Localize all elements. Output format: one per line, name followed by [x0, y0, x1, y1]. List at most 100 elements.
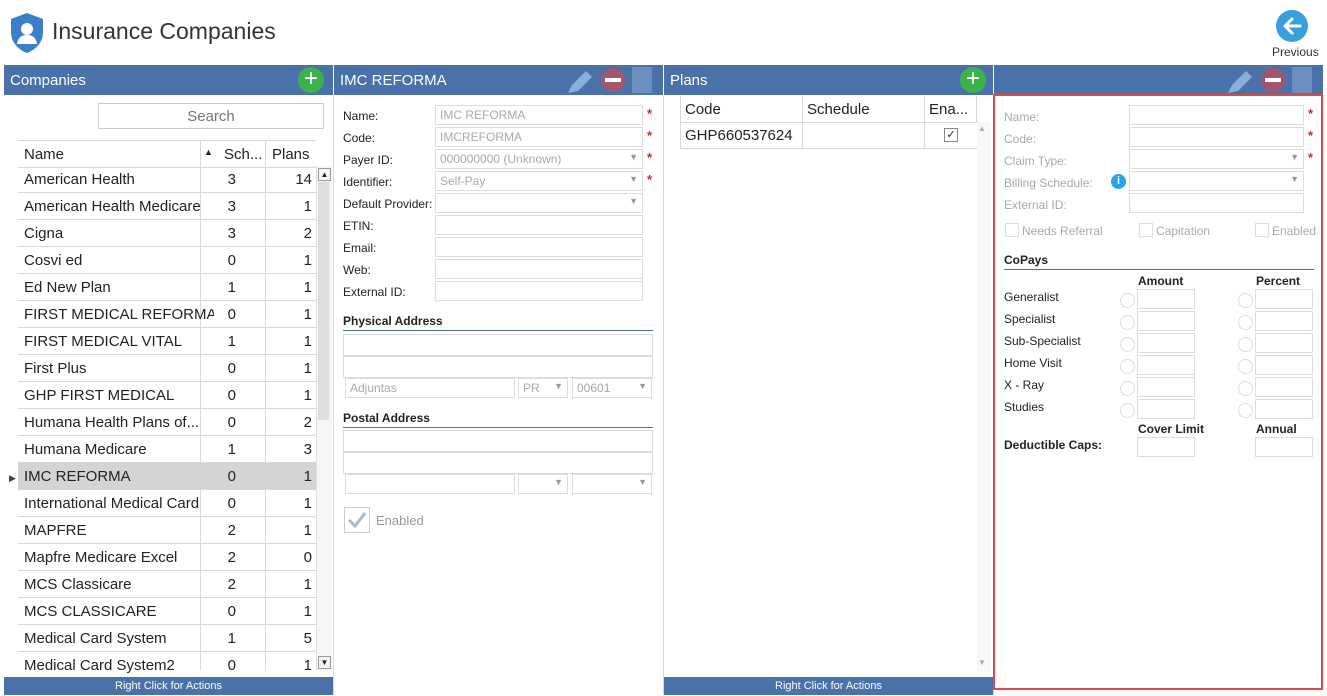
- table-row[interactable]: MCS CLASSICARE 0 1: [18, 598, 316, 625]
- edit-tools-icons: [568, 67, 652, 93]
- etin-field[interactable]: [435, 215, 643, 235]
- amount-field[interactable]: [1137, 333, 1195, 353]
- table-row[interactable]: Ed New Plan 1 1: [18, 274, 316, 301]
- table-row[interactable]: Medical Card System 1 5: [18, 625, 316, 652]
- annual-field[interactable]: [1255, 437, 1313, 457]
- amount-radio[interactable]: [1120, 381, 1135, 396]
- plan-code-field[interactable]: [1129, 127, 1304, 147]
- detail-header: IMC REFORMA: [334, 65, 663, 95]
- scroll-up-icon[interactable]: ▲: [978, 124, 986, 133]
- companies-scrollbar[interactable]: ▲ ▼: [316, 166, 332, 671]
- physical-zip-select[interactable]: 00601 ▼: [572, 378, 652, 398]
- scroll-up-icon[interactable]: ▲: [318, 168, 331, 181]
- table-row[interactable]: Humana Medicare 1 3: [18, 436, 316, 463]
- percent-field[interactable]: [1255, 399, 1313, 419]
- postal-city-field[interactable]: [345, 474, 515, 494]
- percent-field[interactable]: [1255, 333, 1313, 353]
- capitation-checkbox[interactable]: [1139, 223, 1153, 237]
- company-name-cell: Humana Health Plans of...: [24, 414, 200, 431]
- table-row[interactable]: FIRST MEDICAL VITAL 1 1: [18, 328, 316, 355]
- amount-field[interactable]: [1137, 289, 1195, 309]
- etin-label: ETIN:: [343, 219, 374, 233]
- table-row[interactable]: Cosvi ed 0 1: [18, 247, 316, 274]
- table-row[interactable]: Humana Health Plans of... 0 2: [18, 409, 316, 436]
- plan-name-field[interactable]: [1129, 105, 1304, 125]
- plan-enabled-checkbox[interactable]: ✓: [944, 128, 958, 142]
- table-row[interactable]: MAPFRE 2 1: [18, 517, 316, 544]
- table-row[interactable]: American Health 3 14: [18, 166, 316, 193]
- needs-referral-checkbox[interactable]: [1005, 223, 1019, 237]
- table-row[interactable]: GHP660537624 ✓: [680, 122, 977, 149]
- percent-radio[interactable]: [1238, 315, 1253, 330]
- percent-field[interactable]: [1255, 377, 1313, 397]
- company-name-cell: Ed New Plan: [24, 279, 111, 296]
- percent-field[interactable]: [1255, 289, 1313, 309]
- postal-state-select[interactable]: ▼: [518, 474, 568, 494]
- physical-address-line2[interactable]: [343, 356, 653, 378]
- email-field[interactable]: [435, 237, 643, 257]
- percent-radio[interactable]: [1238, 337, 1253, 352]
- percent-radio[interactable]: [1238, 403, 1253, 418]
- amount-field[interactable]: [1137, 377, 1195, 397]
- amount-field[interactable]: [1137, 311, 1195, 331]
- postal-address-line2[interactable]: [343, 452, 653, 474]
- amount-radio[interactable]: [1120, 315, 1135, 330]
- amount-field[interactable]: [1137, 399, 1195, 419]
- enabled-checkbox[interactable]: [344, 507, 370, 533]
- companies-footer[interactable]: Right Click for Actions: [4, 677, 333, 695]
- company-plans-cell: 1: [303, 333, 312, 350]
- table-row[interactable]: American Health Medicare 3 1: [18, 193, 316, 220]
- code-field[interactable]: IMCREFORMA: [435, 127, 643, 147]
- plans-footer[interactable]: Right Click for Actions: [664, 677, 993, 695]
- add-plan-button[interactable]: +: [960, 67, 986, 93]
- amount-radio[interactable]: [1120, 403, 1135, 418]
- company-plans-cell: 1: [303, 306, 312, 323]
- physical-state-select[interactable]: PR ▼: [518, 378, 568, 398]
- amount-radio[interactable]: [1120, 337, 1135, 352]
- cover-limit-field[interactable]: [1137, 437, 1195, 457]
- col-enabled-header[interactable]: Ena...: [929, 101, 968, 118]
- scroll-down-icon[interactable]: ▼: [978, 658, 986, 667]
- info-icon[interactable]: i: [1111, 174, 1126, 189]
- plan-enabled-checkbox[interactable]: [1255, 223, 1269, 237]
- company-schedules-cell: 1: [227, 279, 236, 296]
- percent-radio[interactable]: [1238, 293, 1253, 308]
- table-row[interactable]: MCS Classicare 2 1: [18, 571, 316, 598]
- amount-radio[interactable]: [1120, 293, 1135, 308]
- previous-button[interactable]: Previous: [1272, 45, 1319, 59]
- name-field[interactable]: IMC REFORMA: [435, 105, 643, 125]
- payer-id-select[interactable]: 000000000 (Unknown) ▼: [435, 149, 643, 169]
- table-row[interactable]: Mapfre Medicare Excel 2 0: [18, 544, 316, 571]
- amount-radio[interactable]: [1120, 359, 1135, 374]
- claim-type-select[interactable]: ▼: [1129, 149, 1304, 169]
- table-row[interactable]: IMC REFORMA 0 1: [18, 463, 316, 490]
- physical-city-field[interactable]: Adjuntas: [345, 378, 515, 398]
- scroll-thumb[interactable]: [318, 182, 329, 420]
- table-row[interactable]: GHP FIRST MEDICAL 0 1: [18, 382, 316, 409]
- plan-external-id-field[interactable]: [1129, 193, 1304, 213]
- percent-field[interactable]: [1255, 355, 1313, 375]
- percent-radio[interactable]: [1238, 359, 1253, 374]
- postal-address-line1[interactable]: [343, 430, 653, 452]
- percent-field[interactable]: [1255, 311, 1313, 331]
- web-field[interactable]: [435, 259, 643, 279]
- table-row[interactable]: First Plus 0 1: [18, 355, 316, 382]
- external-id-field[interactable]: [435, 281, 643, 301]
- amount-field[interactable]: [1137, 355, 1195, 375]
- company-name-cell: MCS Classicare: [24, 576, 132, 593]
- table-row[interactable]: FIRST MEDICAL REFORMA 0 1: [18, 301, 316, 328]
- billing-schedule-select[interactable]: ▼: [1129, 171, 1304, 191]
- table-row[interactable]: Cigna 3 2: [18, 220, 316, 247]
- identifier-select[interactable]: Self-Pay ▼: [435, 171, 643, 191]
- scroll-down-icon[interactable]: ▼: [318, 656, 331, 669]
- default-provider-select[interactable]: ▼: [435, 193, 643, 213]
- table-row[interactable]: International Medical Card 0 1: [18, 490, 316, 517]
- physical-address-line1[interactable]: [343, 334, 653, 356]
- plans-scrollbar[interactable]: ▲ ▼: [977, 122, 991, 672]
- col-code-header[interactable]: Code: [685, 101, 721, 118]
- col-schedule-header[interactable]: Schedule: [807, 101, 870, 118]
- postal-zip-select[interactable]: ▼: [572, 474, 652, 494]
- back-arrow-icon[interactable]: [1276, 10, 1308, 42]
- percent-radio[interactable]: [1238, 381, 1253, 396]
- table-row[interactable]: Medical Card System2 0 1: [18, 652, 316, 673]
